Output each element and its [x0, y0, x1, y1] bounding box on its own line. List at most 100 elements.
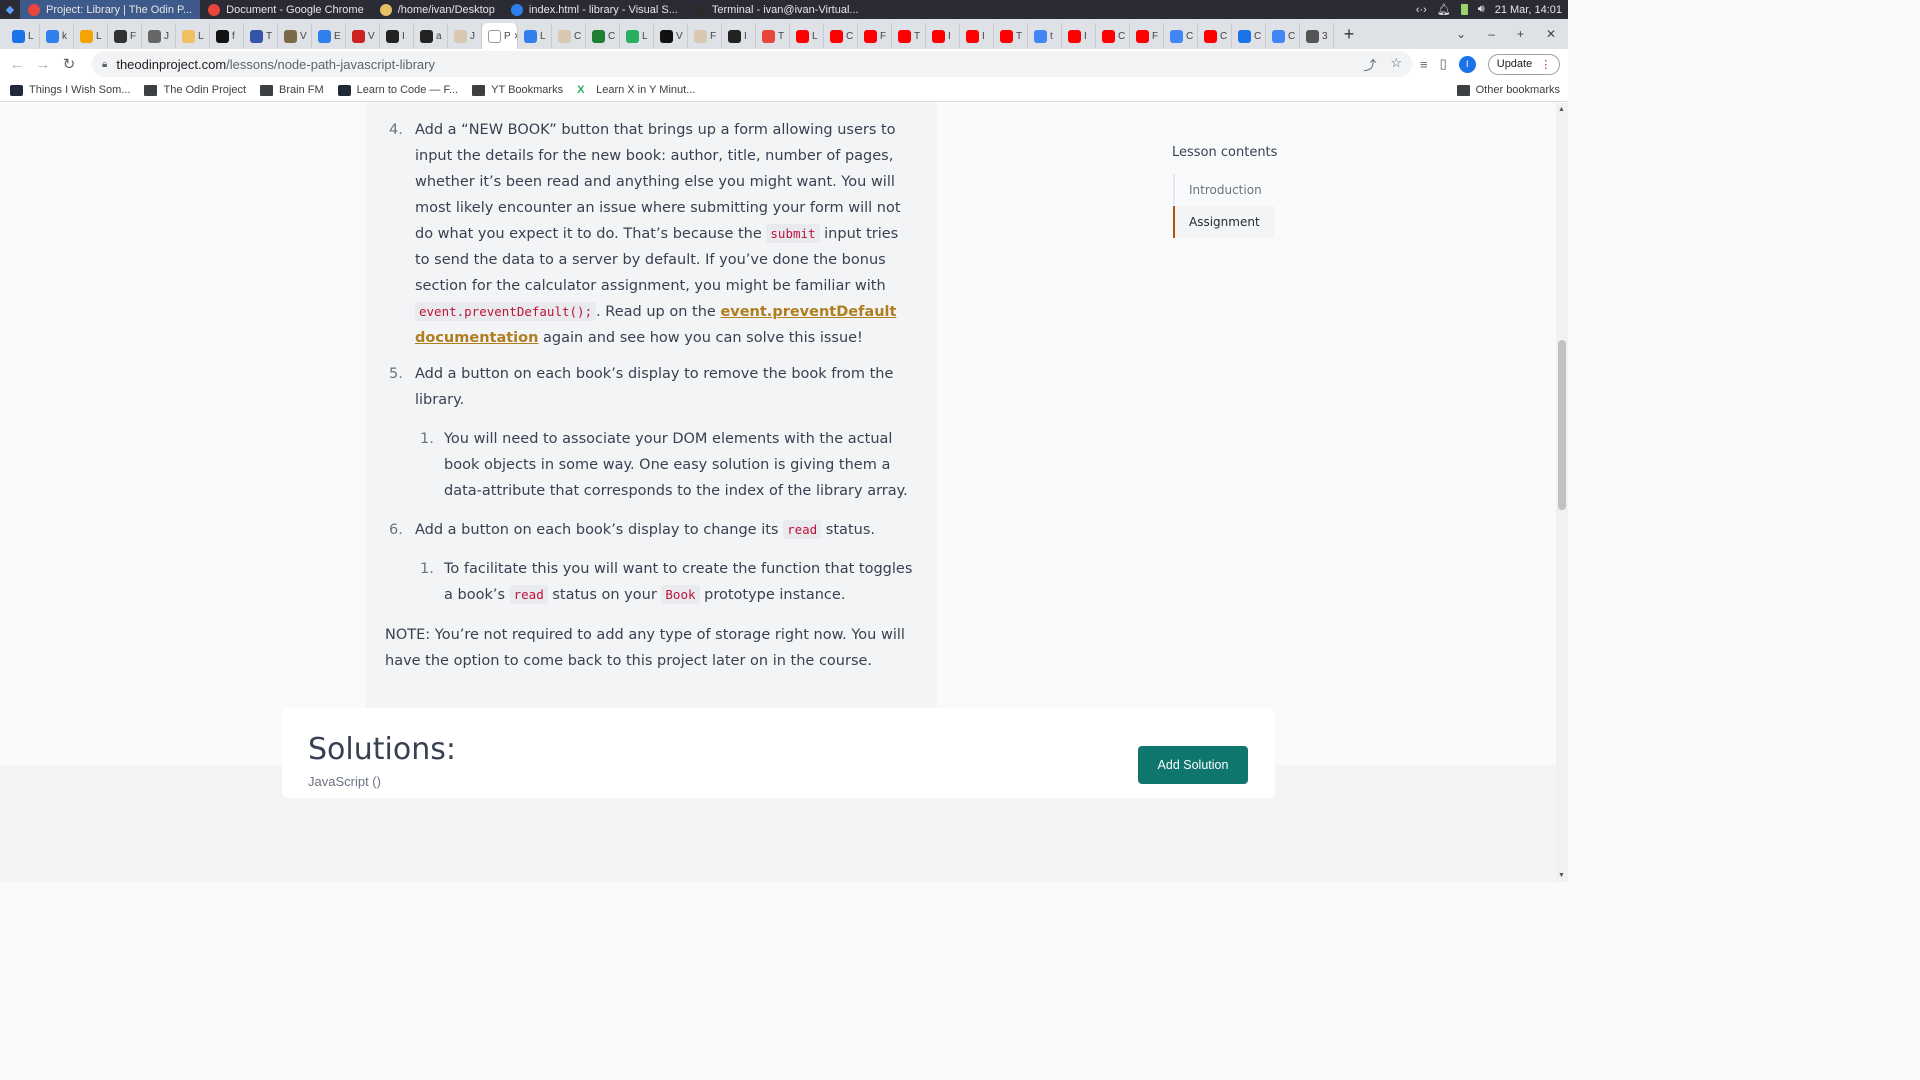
maximize-icon[interactable]: +: [1517, 27, 1524, 41]
browser-tab[interactable]: L: [518, 23, 552, 49]
clock[interactable]: 21 Mar, 14:01: [1495, 4, 1562, 16]
browser-tab[interactable]: L: [176, 23, 210, 49]
browser-tab[interactable]: C: [586, 23, 620, 49]
browser-tab[interactable]: I: [722, 23, 756, 49]
list-item: 4. Add a “NEW BOOK” button that brings u…: [389, 122, 901, 346]
browser-tab[interactable]: F: [858, 23, 892, 49]
toc-item-assignment[interactable]: Assignment: [1173, 206, 1275, 238]
minimize-icon[interactable]: –: [1488, 27, 1495, 41]
scroll-up-icon[interactable]: ▲: [1558, 106, 1565, 113]
list-item: 6. Add a button on each book’s display t…: [389, 520, 875, 539]
taskbar-window[interactable]: Document - Google Chrome: [200, 0, 372, 19]
browser-tab[interactable]: E: [312, 23, 346, 49]
browser-tab[interactable]: T: [244, 23, 278, 49]
favicon-icon: [80, 29, 93, 43]
browser-tab[interactable]: J: [448, 23, 482, 49]
new-tab-button[interactable]: +: [1334, 24, 1364, 45]
lock-icon[interactable]: 🔒︎: [102, 59, 107, 70]
reload-icon[interactable]: ↻: [56, 55, 82, 73]
toc-item-introduction[interactable]: Introduction: [1173, 174, 1275, 206]
battery-icon[interactable]: [1460, 4, 1468, 15]
taskbar-window[interactable]: Project: Library | The Odin P...: [20, 0, 201, 19]
browser-tab[interactable]: I: [1062, 23, 1096, 49]
browser-tab[interactable]: F: [108, 23, 142, 49]
favicon-icon: [626, 29, 639, 43]
browser-tab[interactable]: k: [40, 23, 74, 49]
tab-search-chevron-icon[interactable]: ⌄: [1456, 27, 1466, 41]
browser-tab[interactable]: L: [620, 23, 654, 49]
kebab-menu-icon[interactable]: ⋮: [1540, 58, 1551, 71]
browser-tab[interactable]: I: [926, 23, 960, 49]
taskbar-window[interactable]: index.html - library - Visual S...: [503, 0, 686, 19]
browser-tab[interactable]: C: [1096, 23, 1130, 49]
side-panel-icon[interactable]: ▯: [1440, 56, 1447, 72]
bookmark-star-icon[interactable]: ☆: [1390, 55, 1402, 74]
media-queue-icon[interactable]: ≡: [1420, 57, 1428, 72]
bookmark-item[interactable]: Things I Wish Som...: [10, 84, 130, 96]
browser-tab[interactable]: T: [994, 23, 1028, 49]
browser-tab[interactable]: F: [1130, 23, 1164, 49]
favicon-icon: [114, 29, 127, 43]
taskbar-window-list: Project: Library | The Odin P... Document…: [20, 0, 867, 19]
bookmark-other[interactable]: Other bookmarks: [1456, 84, 1560, 96]
browser-tab[interactable]: C: [552, 23, 586, 49]
browser-tab[interactable]: f: [210, 23, 244, 49]
bookmark-item[interactable]: X Learn X in Y Minut...: [577, 84, 695, 96]
notification-bell-icon[interactable]: 🔔︎: [1437, 3, 1451, 16]
taskbar-window[interactable]: Terminal - ivan@ivan-Virtual...: [686, 0, 867, 19]
browser-tab[interactable]: L: [6, 23, 40, 49]
browser-tab[interactable]: C: [824, 23, 858, 49]
browser-tab[interactable]: C: [1198, 23, 1232, 49]
scroll-down-icon[interactable]: ▼: [1558, 872, 1565, 879]
start-menu-icon[interactable]: ◆: [0, 0, 20, 19]
letter-icon: [10, 84, 23, 96]
solutions-title: Solutions:: [308, 732, 456, 767]
inline-code: event.preventDefault();: [415, 302, 597, 321]
favicon-icon: [284, 29, 297, 43]
update-button[interactable]: Update ⋮: [1487, 53, 1561, 75]
favicon-icon: [1238, 29, 1251, 43]
scrollbar-thumb[interactable]: [1558, 340, 1566, 510]
forward-arrow-icon[interactable]: →: [30, 56, 56, 73]
share-icon[interactable]: ⤴: [1363, 55, 1376, 74]
browser-tab[interactable]: I: [960, 23, 994, 49]
bookmark-item[interactable]: YT Bookmarks: [472, 84, 563, 96]
browser-tab[interactable]: C: [1266, 23, 1300, 49]
browser-tab[interactable]: V: [278, 23, 312, 49]
browser-tab[interactable]: P✕: [482, 23, 518, 49]
browser-tab[interactable]: 3: [1300, 23, 1334, 49]
favicon-icon: [1068, 29, 1081, 43]
browser-tab[interactable]: I: [380, 23, 414, 49]
browser-tab[interactable]: T: [892, 23, 926, 49]
browser-tab[interactable]: L: [790, 23, 824, 49]
taskbar-window[interactable]: /home/ivan/Desktop: [372, 0, 503, 19]
address-bar[interactable]: 🔒︎ theodinproject.com/lessons/node-path-…: [92, 51, 1412, 77]
close-window-icon[interactable]: ✕: [1546, 27, 1556, 41]
list-item: 1. You will need to associate your DOM e…: [420, 431, 908, 499]
volume-icon[interactable]: 🔊︎: [1478, 3, 1485, 16]
browser-tab[interactable]: C: [1164, 23, 1198, 49]
list-item: 5. Add a button on each book’s display t…: [389, 366, 894, 408]
browser-tab[interactable]: C: [1232, 23, 1266, 49]
bookmark-item[interactable]: Brain FM: [260, 84, 324, 96]
profile-avatar[interactable]: I: [1458, 55, 1476, 73]
network-icon[interactable]: ‹·›: [1416, 4, 1427, 16]
browser-tab[interactable]: F: [688, 23, 722, 49]
folder-icon: [1456, 84, 1470, 96]
add-solution-button[interactable]: Add Solution: [1138, 746, 1248, 784]
bookmark-item[interactable]: Learn to Code — F...: [337, 84, 458, 96]
browser-tab[interactable]: T: [756, 23, 790, 49]
favicon-icon: [1000, 29, 1013, 43]
back-arrow-icon[interactable]: ←: [4, 56, 30, 73]
browser-tab[interactable]: L: [74, 23, 108, 49]
browser-tab[interactable]: a: [414, 23, 448, 49]
browser-tab[interactable]: V: [346, 23, 380, 49]
browser-tab[interactable]: J: [142, 23, 176, 49]
browser-tab[interactable]: V: [654, 23, 688, 49]
inline-code: read: [783, 520, 822, 539]
solutions-subtitle: JavaScript (): [308, 774, 381, 789]
page-scrollbar[interactable]: ▲ ▼: [1556, 103, 1568, 882]
lesson-contents-nav: Lesson contents Introduction Assignment: [1172, 145, 1282, 238]
bookmark-item[interactable]: The Odin Project: [144, 84, 246, 96]
browser-tab[interactable]: t: [1028, 23, 1062, 49]
